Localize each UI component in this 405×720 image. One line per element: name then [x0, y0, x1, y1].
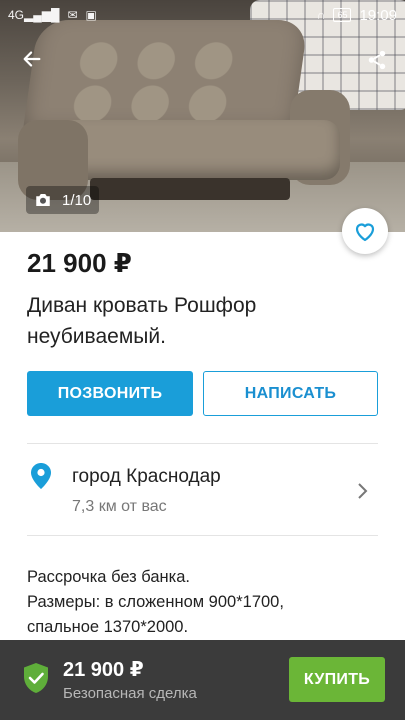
share-icon — [368, 50, 386, 70]
listing-title: Диван кровать Рошфор неубиваемый. — [27, 294, 257, 348]
shield-check-icon — [24, 663, 48, 693]
buy-button[interactable]: КУПИТЬ — [289, 657, 385, 702]
notification-icon: ✉ — [67, 8, 78, 22]
listing-description: Рассрочка без банка. Размеры: в сложенно… — [27, 565, 377, 640]
photo-counter: 1/10 — [26, 186, 100, 214]
favorite-button[interactable] — [342, 208, 388, 254]
divider — [27, 535, 378, 536]
bottom-price: 21 900 ₽ — [63, 659, 144, 681]
description-line: Размеры: в сложенном 900*1700, — [27, 593, 284, 611]
description-line: спальное 1370*2000. — [27, 618, 189, 636]
signal-icon: 4G▂▄▆█ — [8, 8, 60, 22]
status-bar: 4G▂▄▆█ ✉ ▣ ∩ 65 19:09 — [0, 0, 405, 30]
back-button[interactable] — [18, 45, 46, 73]
heart-icon — [355, 223, 375, 242]
location-pin-icon — [31, 463, 51, 489]
image-icon: ▣ — [85, 8, 97, 22]
back-arrow-icon — [23, 51, 41, 67]
headphones-icon: ∩ — [316, 8, 326, 22]
bottom-bar: 21 900 ₽ Безопасная сделка КУПИТЬ — [0, 640, 405, 720]
camera-icon — [36, 194, 50, 206]
location-row[interactable]: город Краснодар 7,3 км от вас — [27, 445, 378, 535]
divider — [27, 443, 378, 444]
description-line: Рассрочка без банка. — [27, 568, 190, 586]
listing-price: 21 900 ₽ — [27, 248, 132, 278]
sofa-base — [90, 178, 290, 200]
chevron-right-icon — [358, 483, 368, 499]
battery-icon: 65 — [333, 8, 352, 22]
status-time: 19:09 — [359, 6, 397, 24]
location-city: город Краснодар — [72, 466, 221, 487]
share-button[interactable] — [364, 47, 390, 73]
write-button[interactable]: НАПИСАТЬ — [203, 371, 378, 416]
safe-deal-label: Безопасная сделка — [63, 685, 197, 702]
call-button[interactable]: ПОЗВОНИТЬ — [27, 371, 193, 416]
location-distance: 7,3 км от вас — [72, 498, 167, 515]
photo-counter-text: 1/10 — [62, 191, 92, 209]
